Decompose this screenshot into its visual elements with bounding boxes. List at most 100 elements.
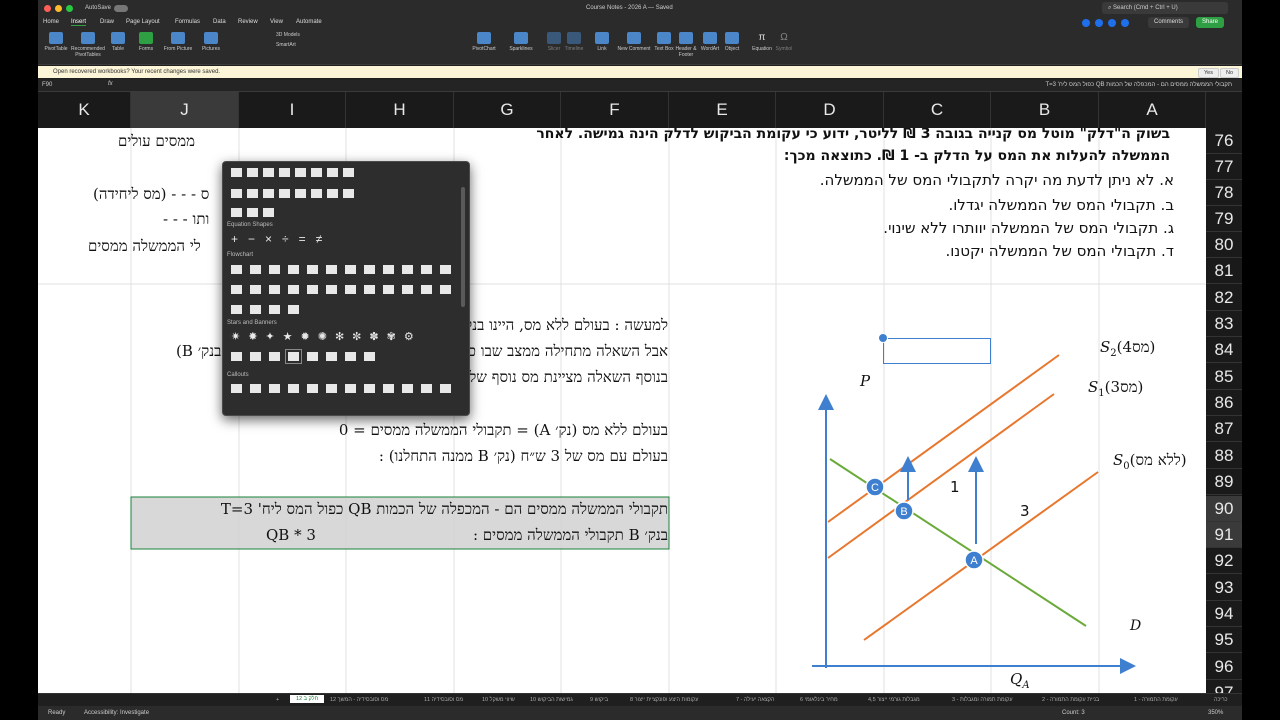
flowchart-shape[interactable] [402,265,413,274]
shape-arrow[interactable] [231,189,242,198]
worksheet-grid[interactable]: בשוק ה"דלק" מוטל מס קנייה בגובה 3 ₪ לליט… [38,128,1206,693]
sheet-tab[interactable]: כריכה [1214,697,1228,703]
autosave-toggle[interactable] [114,5,128,12]
formula-content[interactable]: תקבולי הממשלה ממסים הם - המכפלה של הכמות… [1046,82,1233,88]
tab-data[interactable]: Data [213,19,226,25]
pivotchart-button[interactable]: PivotChart [466,32,502,52]
add-sheet-button[interactable]: + [276,697,279,703]
name-box[interactable]: F90 [42,82,52,88]
row-header[interactable]: 88 [1206,443,1242,469]
shape-arrow[interactable] [327,189,338,198]
sheet-tab[interactable]: 11 מס וסובסידיה [424,697,463,703]
tab-home[interactable]: Home [43,19,59,25]
callout-shape[interactable] [383,384,394,393]
3d-models-button[interactable]: 3D Models [276,32,300,38]
recovery-no-button[interactable]: No [1220,68,1240,78]
row-header[interactable]: 79 [1206,206,1242,232]
flowchart-shape[interactable] [250,305,261,314]
share-button[interactable]: Share [1196,17,1225,28]
banner-shape[interactable] [307,352,318,361]
sheet-tab[interactable]: 10 שיווי משקל [482,697,515,703]
callout-shape[interactable] [345,384,356,393]
shape-block[interactable] [279,168,290,177]
flowchart-shape[interactable] [345,285,356,294]
row-header[interactable]: 92 [1206,548,1242,574]
shape-line[interactable] [231,168,242,177]
callout-shape[interactable] [307,384,318,393]
collab-avatar-4[interactable] [1121,19,1129,27]
accessibility-status[interactable]: Accessibility: Investigate [84,710,149,716]
row-header[interactable]: 76 [1206,128,1242,154]
row-header[interactable]: 78 [1206,180,1242,206]
column-header-b[interactable]: B [991,92,1099,128]
row-header[interactable]: 94 [1206,601,1242,627]
callout-shape[interactable] [440,384,451,393]
callout-shape[interactable] [288,384,299,393]
column-header-f[interactable]: F [561,92,669,128]
close-window-button[interactable] [44,5,51,12]
flowchart-shape[interactable] [383,265,394,274]
column-header-j[interactable]: J [131,92,239,128]
link-button[interactable]: Link [584,32,620,52]
callout-shape[interactable] [326,384,337,393]
callout-shape[interactable] [364,384,375,393]
sheet-tab[interactable]: 10 גמישות הביקוש [530,697,573,703]
flowchart-shape[interactable] [288,265,299,274]
shape-block[interactable] [343,168,354,177]
callout-shape[interactable] [269,384,280,393]
shape-block[interactable] [327,168,338,177]
shape-block[interactable] [263,168,274,177]
flowchart-shape[interactable] [326,285,337,294]
sparklines-button[interactable]: Sparklines [503,32,539,52]
flowchart-shape[interactable] [364,265,375,274]
flowchart-shape[interactable] [364,285,375,294]
row-header[interactable]: 85 [1206,364,1242,390]
shape-arrow[interactable] [343,189,354,198]
flowchart-shape[interactable] [231,265,242,274]
tab-draw[interactable]: Draw [100,19,114,25]
callout-shape[interactable] [250,384,261,393]
flowchart-shape[interactable] [326,265,337,274]
callout-shape[interactable] [231,384,242,393]
row-header[interactable]: 81 [1206,258,1242,284]
window-controls[interactable] [44,5,73,12]
tab-view[interactable]: View [270,19,283,25]
column-header-c[interactable]: C [884,92,991,128]
tab-insert[interactable]: Insert [71,19,87,26]
symbol-button[interactable]: Ω Symbol [766,32,802,52]
flowchart-shape[interactable] [421,265,432,274]
shape-arrow[interactable] [231,208,242,217]
row-header[interactable]: 96 [1206,654,1242,680]
tab-formulas[interactable]: Formulas [175,19,200,25]
row-header[interactable]: 86 [1206,390,1242,416]
dropdown-scrollbar[interactable] [461,187,465,307]
zoom-level[interactable]: 350% [1208,710,1223,716]
callout-shape[interactable] [402,384,413,393]
flowchart-shape[interactable] [231,285,242,294]
sheet-tab[interactable]: 4,5 מגבלות גורמי ייצור [868,697,920,703]
sheet-tab[interactable]: 8 עקומות היצע ופונקציית ייצור [630,697,698,703]
minimize-window-button[interactable] [55,5,62,12]
column-header-k[interactable]: K [38,92,131,128]
fx-icon[interactable]: fx [108,81,113,87]
pictures-button[interactable]: Pictures [193,32,229,52]
flowchart-shape[interactable] [440,265,451,274]
row-header[interactable]: 82 [1206,285,1242,311]
column-header-i[interactable]: I [239,92,346,128]
column-header-e[interactable]: E [669,92,776,128]
collab-avatar-3[interactable] [1108,19,1116,27]
flowchart-shape[interactable] [421,285,432,294]
row-header[interactable]: 84 [1206,337,1242,363]
callout-shape[interactable] [421,384,432,393]
shape-arrow[interactable] [295,189,306,198]
sheet-tab[interactable]: 9 ביקוש [590,697,608,703]
smartart-button[interactable]: SmartArt [276,42,296,48]
row-header[interactable]: 77 [1206,154,1242,180]
flowchart-shape[interactable] [231,305,242,314]
banner-shape[interactable] [364,352,375,361]
sheet-tab[interactable]: 2 - בניית עקומת התמורה [1042,697,1099,703]
banner-shape[interactable] [345,352,356,361]
tab-review[interactable]: Review [238,19,258,25]
flowchart-shape[interactable] [345,265,356,274]
shape-block[interactable] [311,168,322,177]
